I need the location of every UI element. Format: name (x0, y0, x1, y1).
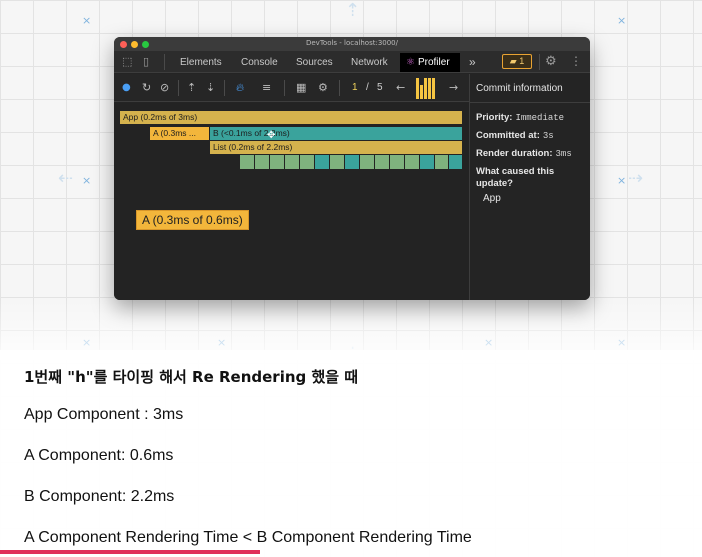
tab-console[interactable]: Console (241, 57, 278, 68)
note-comparison: A Component Rendering Time < B Component… (24, 529, 472, 546)
flame-bar-item[interactable] (420, 155, 434, 169)
video-progress-bar[interactable] (0, 550, 260, 554)
note-a-component: A Component: 0.6ms (24, 447, 174, 464)
render-duration-label: Render duration: (476, 148, 553, 159)
clear-profile-icon[interactable]: ⊘ (160, 81, 169, 94)
tab-elements[interactable]: Elements (180, 57, 222, 68)
commit-info-title: Commit information (476, 83, 563, 94)
grid-marker-icon: × (82, 14, 92, 27)
divider (539, 54, 540, 70)
mouse-cursor-icon: ✥ (267, 130, 276, 141)
flame-bar-item[interactable] (255, 155, 269, 169)
flame-bar-app[interactable]: App (0.2ms of 3ms) (120, 111, 462, 124)
render-duration-row: Render duration: 3ms (476, 148, 572, 159)
divider (224, 80, 225, 96)
react-logo-icon: ⚛ (406, 57, 415, 68)
reload-profile-icon[interactable]: ↻ (142, 81, 151, 94)
commit-selector[interactable] (416, 78, 438, 99)
update-cause-question: What caused this update? (476, 166, 555, 189)
committed-at-value: 3s (542, 131, 554, 141)
commit-information-panel: Commit information Priority: Immediate Co… (469, 74, 590, 300)
commit-total: 5 (377, 82, 383, 93)
commit-bar[interactable] (416, 78, 419, 99)
commit-current: 1 (352, 82, 358, 93)
inspect-element-icon[interactable]: ⬚ (122, 55, 132, 68)
title-bar: DevTools - localhost:3000/ (114, 37, 590, 51)
notes-heading: 1번째 "h"를 타이핑 해서 Re Rendering 했을 때 (24, 368, 359, 386)
profiler-toolbar: ● ↻ ⊘ ⇡ ⇣ 🔥︎ ≡ ▦ ⚙ 1 / 5 ← → (114, 74, 469, 102)
flamegraph: App (0.2ms of 3ms) A (0.3ms ... B (<0.1m… (114, 103, 469, 300)
kebab-menu-icon[interactable]: ⋮ (570, 54, 582, 68)
profiler-settings-gear-icon[interactable]: ⚙ (318, 81, 328, 94)
more-tabs-button[interactable]: » (469, 55, 476, 69)
issues-icon: ▰ (509, 56, 517, 66)
flame-bar-item[interactable] (390, 155, 404, 169)
flame-bar-item[interactable] (345, 155, 359, 169)
previous-commit-icon[interactable]: ← (396, 81, 405, 94)
grid-marker-icon: × (617, 174, 627, 187)
flame-bar-item[interactable] (435, 155, 448, 169)
commit-bar[interactable] (432, 78, 435, 99)
flame-bar-item[interactable] (405, 155, 419, 169)
divider (284, 80, 285, 96)
divider (164, 54, 165, 70)
ranked-chart-icon[interactable]: ≡ (262, 81, 271, 94)
divider (339, 80, 340, 96)
flame-bar-item[interactable] (285, 155, 299, 169)
commit-separator: / (366, 82, 369, 93)
arrow-up-icon: ⇡ (345, 0, 361, 21)
priority-label: Priority: (476, 112, 513, 123)
flame-bar-a[interactable]: A (0.3ms ... (150, 127, 209, 140)
render-duration-value: 3ms (555, 149, 572, 159)
device-toolbar-icon[interactable]: ▯ (143, 55, 149, 68)
devtools-tab-bar: ⬚ ▯ Elements Console Sources Network ⚛ Pr… (114, 51, 590, 73)
flamegraph-tooltip: A (0.3ms of 0.6ms) (136, 210, 249, 230)
grid-marker-icon: × (617, 14, 627, 27)
arrow-right-icon: ⇢ (628, 168, 644, 189)
arrow-left-icon: ⇠ (58, 168, 74, 189)
flame-bar-item[interactable] (360, 155, 374, 169)
load-profile-icon[interactable]: ⇡ (187, 81, 196, 94)
note-app-component: App Component : 3ms (24, 406, 184, 423)
flame-bar-item[interactable] (240, 155, 254, 169)
committed-at-row: Committed at: 3s (476, 130, 554, 141)
commit-bar[interactable] (420, 85, 423, 99)
devtools-window: DevTools - localhost:3000/ ⬚ ▯ Elements … (114, 37, 590, 300)
committed-at-label: Committed at: (476, 130, 540, 141)
flamegraph-chart-icon[interactable]: 🔥︎ (236, 81, 244, 95)
timeline-icon[interactable]: ▦ (296, 81, 306, 94)
next-commit-icon[interactable]: → (449, 81, 458, 94)
tab-network[interactable]: Network (351, 57, 388, 68)
settings-gear-icon[interactable]: ⚙ (545, 54, 557, 69)
priority-value: Immediate (515, 113, 565, 123)
priority-row: Priority: Immediate (476, 112, 564, 123)
flame-bar-b[interactable]: B (<0.1ms of 2.2ms) (210, 127, 462, 140)
flame-bar-item[interactable] (315, 155, 329, 169)
tab-profiler-label: Profiler (417, 57, 450, 68)
grid-marker-icon: × (82, 174, 92, 187)
save-profile-icon[interactable]: ⇣ (206, 81, 215, 94)
divider (178, 80, 179, 96)
issues-count: 1 (519, 56, 525, 66)
flame-bar-item[interactable] (449, 155, 462, 169)
issues-badge[interactable]: ▰ 1 (502, 54, 532, 69)
flame-bar-list[interactable]: List (0.2ms of 2.2ms) (210, 141, 462, 154)
flame-bar-item[interactable] (270, 155, 284, 169)
flame-bar-item[interactable] (300, 155, 314, 169)
tab-sources[interactable]: Sources (296, 57, 333, 68)
window-title: DevTools - localhost:3000/ (305, 39, 398, 47)
update-cause-answer[interactable]: App (483, 193, 501, 204)
commit-bar[interactable] (428, 78, 431, 99)
record-button-icon[interactable]: ● (122, 82, 131, 93)
flame-bar-item[interactable] (330, 155, 344, 169)
commit-bar[interactable] (424, 78, 427, 99)
divider (470, 102, 590, 103)
note-b-component: B Component: 2.2ms (24, 488, 175, 505)
tab-profiler[interactable]: ⚛ Profiler (400, 53, 460, 72)
flame-bar-item[interactable] (375, 155, 389, 169)
